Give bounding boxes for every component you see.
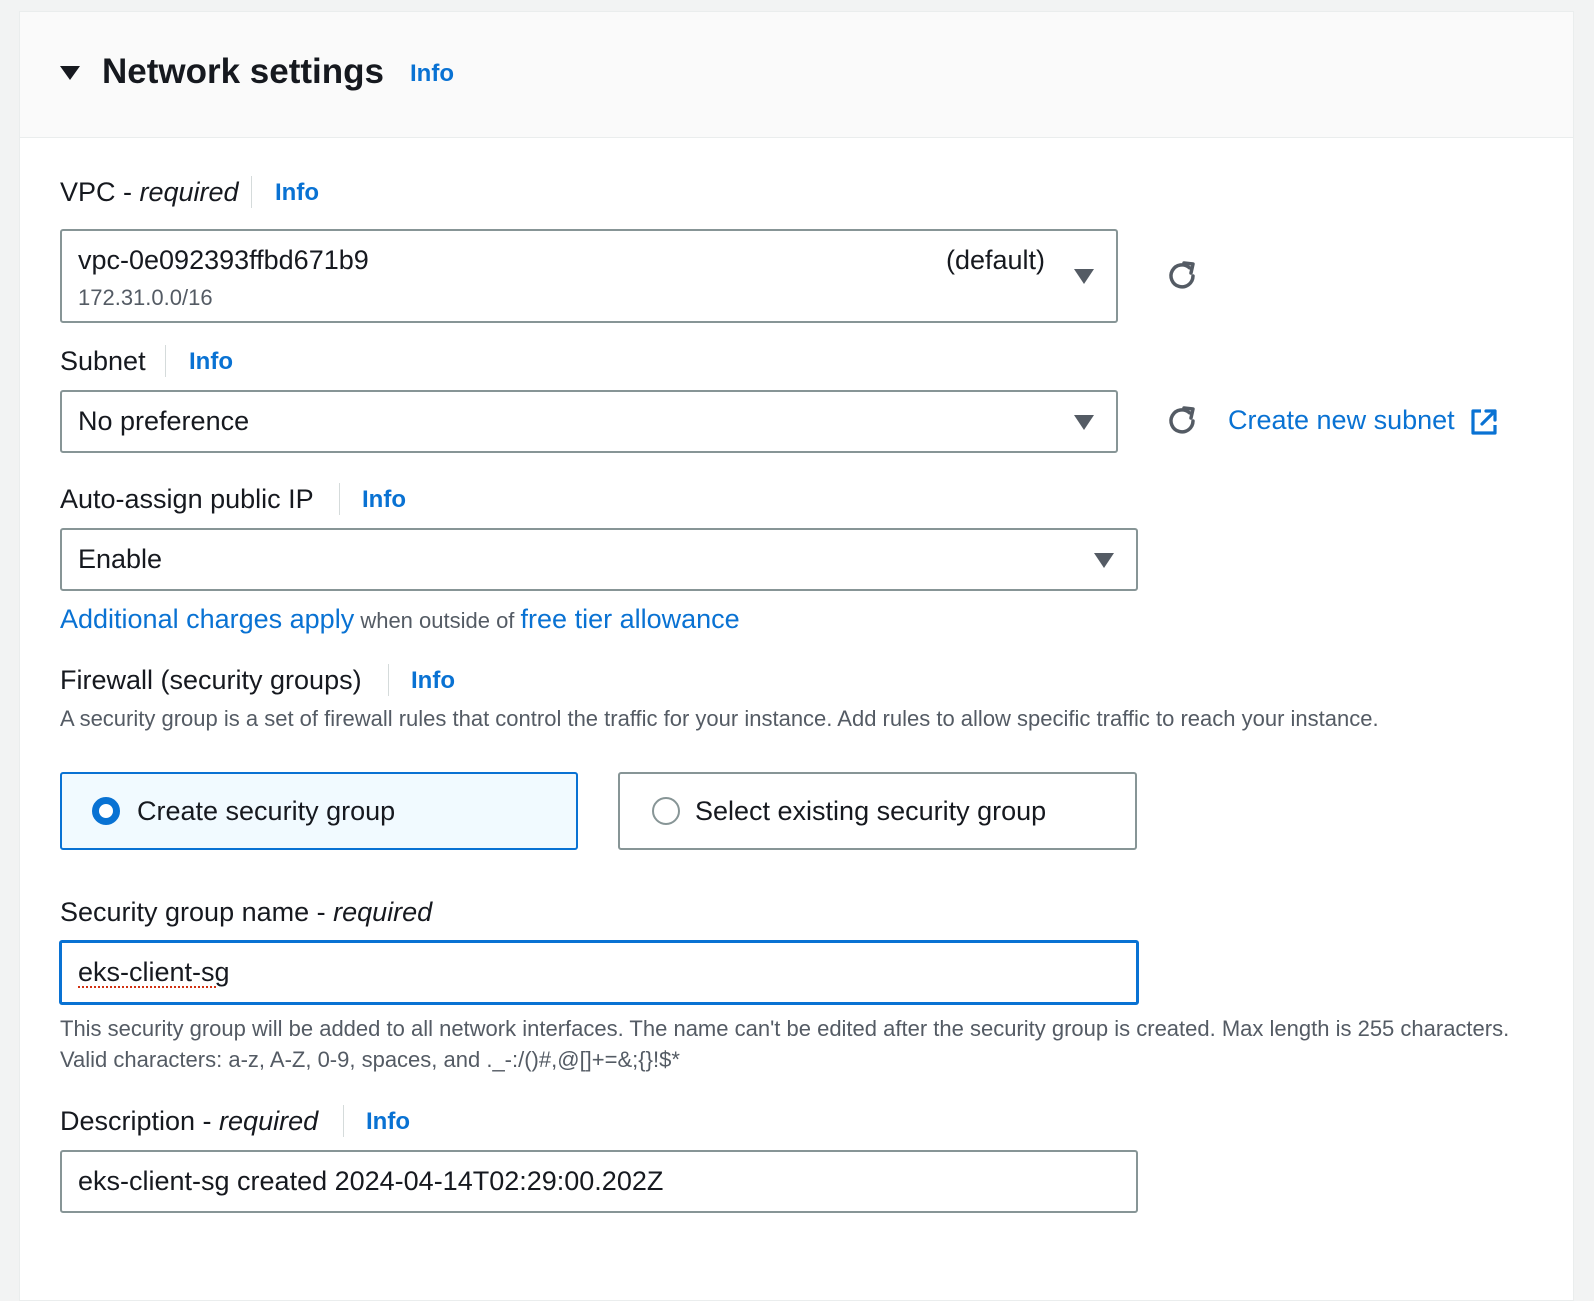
vpc-default-tag: (default): [946, 245, 1046, 275]
sg-name-help: This security group will be added to all…: [60, 1016, 1510, 1072]
firewall-label-divider: [388, 664, 389, 696]
public-ip-select-value: Enable: [78, 544, 163, 574]
description-label: Description - required: [60, 1104, 318, 1138]
refresh-icon[interactable]: [1163, 402, 1201, 440]
dropdown-arrow-icon: [1094, 553, 1114, 568]
refresh-icon[interactable]: [1163, 257, 1201, 295]
dropdown-arrow-icon: [1074, 269, 1094, 284]
additional-charges-link[interactable]: Additional charges apply: [60, 604, 354, 634]
vpc-required-text: required: [139, 177, 239, 207]
subnet-select-value: No preference: [78, 406, 250, 436]
vpc-select-value: vpc-0e092393ffbd671b9: [78, 245, 369, 275]
public-ip-info-link[interactable]: Info: [362, 486, 406, 514]
subnet-select[interactable]: No preference: [60, 390, 1118, 453]
radio-selected-icon[interactable]: [92, 797, 120, 825]
vpc-cidr: 172.31.0.0/16: [78, 285, 213, 310]
vpc-info-link[interactable]: Info: [275, 179, 319, 207]
firewall-info-link[interactable]: Info: [411, 667, 455, 695]
create-new-subnet-link[interactable]: Create new subnet: [1228, 405, 1455, 436]
description-required-text: required: [219, 1106, 319, 1136]
sg-name-label: Security group name - required: [60, 895, 432, 929]
free-tier-link[interactable]: free tier allowance: [521, 604, 740, 634]
radio-unselected-icon[interactable]: [652, 797, 680, 825]
network-settings-panel: Network settings Info VPC - required Inf…: [19, 11, 1574, 1301]
sg-name-required-text: required: [333, 897, 433, 927]
dropdown-arrow-icon: [1074, 415, 1094, 430]
section-info-link[interactable]: Info: [410, 60, 454, 88]
sg-name-input-value: eks-client-sg: [78, 957, 230, 987]
caret-down-icon[interactable]: [60, 66, 80, 80]
subnet-info-link[interactable]: Info: [189, 348, 233, 376]
create-security-group-option[interactable]: Create security group: [60, 772, 578, 850]
vpc-label-text: VPC -: [60, 177, 140, 207]
description-label-text: Description -: [60, 1106, 220, 1136]
public-ip-label: Auto-assign public IP: [60, 484, 314, 514]
firewall-description: A security group is a set of firewall ru…: [60, 706, 1379, 731]
vpc-select[interactable]: vpc-0e092393ffbd671b9 (default) 172.31.0…: [60, 229, 1118, 323]
charges-note-text: when outside of: [354, 608, 521, 633]
firewall-label: Firewall (security groups): [60, 665, 362, 695]
public-ip-label-divider: [339, 483, 340, 515]
select-existing-security-group-option[interactable]: Select existing security group: [618, 772, 1137, 850]
vpc-label: VPC - required: [60, 175, 239, 209]
panel-title: Network settings: [102, 52, 384, 91]
panel-header[interactable]: Network settings Info: [20, 12, 1573, 138]
description-input[interactable]: eks-client-sg created 2024-04-14T02:29:0…: [60, 1150, 1138, 1213]
create-security-group-label: Create security group: [137, 796, 396, 826]
subnet-label: Subnet: [60, 346, 146, 376]
description-label-divider: [343, 1105, 344, 1137]
public-ip-select[interactable]: Enable: [60, 528, 1138, 591]
select-existing-security-group-label: Select existing security group: [695, 796, 1047, 826]
charges-note: Additional charges apply when outside of…: [60, 604, 740, 635]
description-input-value: eks-client-sg created 2024-04-14T02:29:0…: [78, 1166, 664, 1196]
vpc-label-divider: [251, 176, 252, 208]
sg-name-input[interactable]: eks-client-sg: [59, 940, 1139, 1005]
description-info-link[interactable]: Info: [366, 1108, 410, 1136]
external-link-icon[interactable]: [1469, 407, 1499, 437]
sg-name-label-text: Security group name -: [60, 897, 334, 927]
subnet-label-divider: [165, 345, 166, 377]
